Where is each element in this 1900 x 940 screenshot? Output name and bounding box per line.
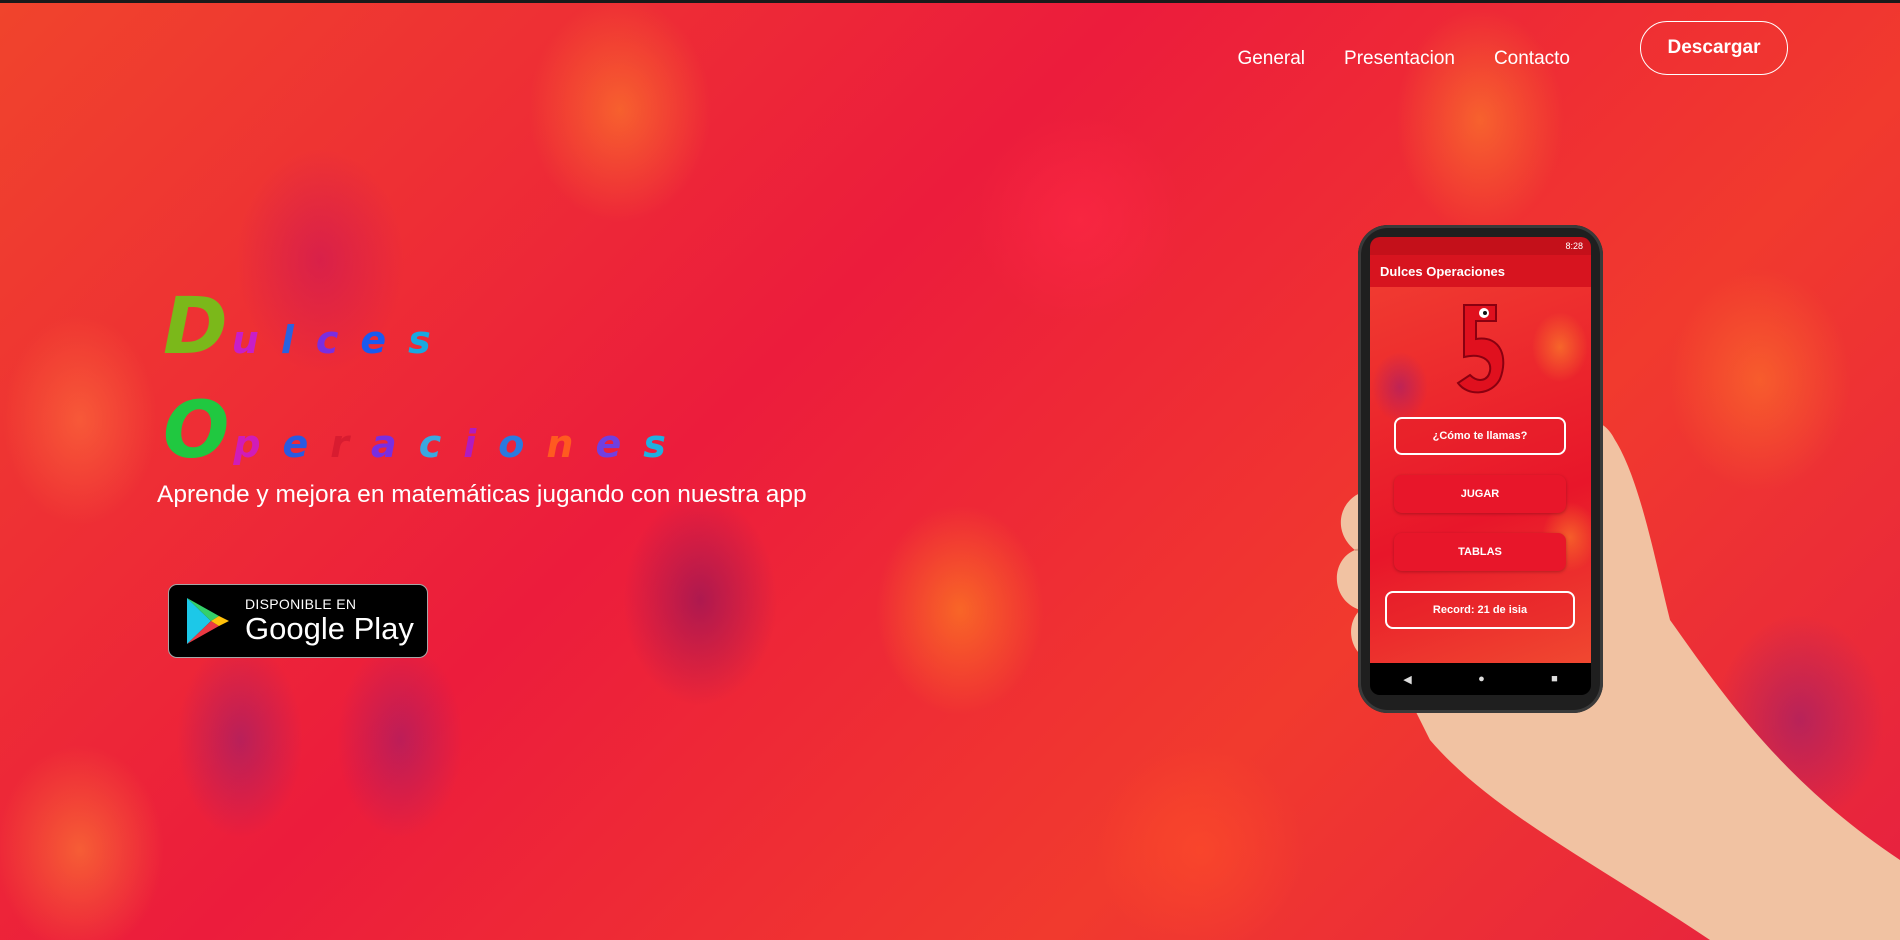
recents-icon[interactable]: ■ (1551, 673, 1558, 685)
title-letter: e (595, 422, 622, 466)
record-label: Record: 21 de isia (1385, 591, 1575, 629)
google-play-icon (187, 598, 229, 644)
title-letter: e (282, 422, 309, 466)
title-letter: D (163, 282, 228, 372)
main-nav: General Presentacion Contacto (1198, 44, 1570, 74)
nav-link-contacto[interactable]: Contacto (1494, 48, 1570, 70)
name-input-button[interactable]: ¿Cómo te llamas? (1394, 417, 1566, 455)
badge-small-text: DISPONIBLE EN (245, 596, 357, 612)
title-letter: s (408, 318, 431, 362)
title-letter: e (360, 318, 387, 362)
google-play-badge[interactable]: DISPONIBLE EN Google Play (168, 584, 428, 658)
phone-mockup: 8:28 Dulces Operaciones ¿Cómo te llamas?… (1358, 225, 1603, 713)
title-letter: s (643, 422, 666, 466)
badge-big-text: Google Play (245, 611, 414, 646)
title-letter: c (418, 422, 442, 466)
number-5-mascot-icon (1456, 304, 1505, 394)
app-body: ¿Cómo te llamas? JUGAR TABLAS Record: 21… (1370, 287, 1591, 663)
title-letter: a (371, 422, 397, 466)
hero-subtitle: Aprende y mejora en matemáticas jugando … (157, 481, 807, 508)
title-letter: p (233, 422, 261, 466)
title-letter: O (163, 386, 230, 476)
download-button[interactable]: Descargar (1640, 21, 1788, 75)
title-letter: i (463, 422, 477, 466)
title-letter: u (231, 318, 259, 362)
title-letter: c (315, 318, 339, 362)
status-time: 8:28 (1565, 241, 1583, 251)
title-letter: r (330, 422, 350, 466)
nav-link-general[interactable]: General (1237, 48, 1305, 70)
phone-status-bar: 8:28 (1370, 237, 1591, 255)
back-icon[interactable]: ◀ (1403, 673, 1411, 686)
title-word-operaciones: Operaciones (163, 386, 688, 476)
app-title-bar: Dulces Operaciones (1370, 255, 1591, 287)
title-word-dulces: Dulces (163, 282, 453, 372)
title-letter: l (280, 318, 294, 362)
top-border (0, 0, 1900, 3)
android-nav-bar: ◀ ● ■ (1370, 663, 1591, 695)
title-letter: n (546, 422, 574, 466)
play-button[interactable]: JUGAR (1394, 475, 1566, 513)
title-letter: o (498, 422, 525, 466)
home-icon[interactable]: ● (1478, 673, 1485, 685)
tables-button[interactable]: TABLAS (1394, 533, 1566, 571)
phone-screen: 8:28 Dulces Operaciones ¿Cómo te llamas?… (1370, 237, 1591, 695)
nav-link-presentacion[interactable]: Presentacion (1344, 48, 1455, 70)
